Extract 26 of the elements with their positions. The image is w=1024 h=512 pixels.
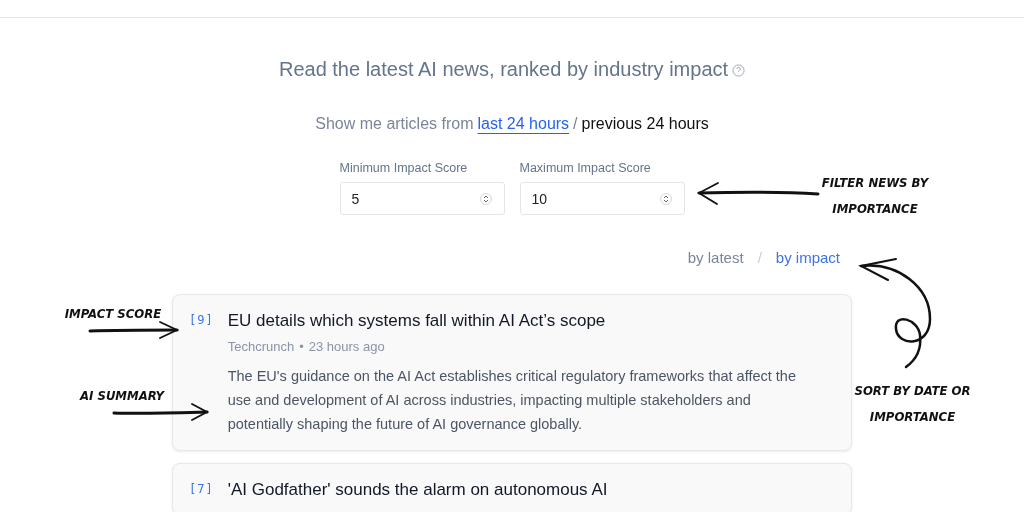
article-summary: The EU's guidance on the AI Act establishes critical regulatory frameworks that affect the use and development of AI across industries, impacting multiple stakeholders and potentially shaping the future of AI governance globally. (227, 367, 797, 434)
article-title[interactable]: EU details which systems fall within AI Act’s scope (227, 311, 813, 331)
stepper-icon[interactable] (479, 192, 492, 205)
annotation-text: SORT BY DATE OR IMPORTANCE (853, 382, 972, 426)
number-input[interactable]: 10 (519, 182, 685, 215)
separator: / (573, 115, 578, 133)
number-input[interactable]: 5 (339, 182, 505, 215)
article-source: Techcrunch (227, 339, 295, 354)
field-label: Minimum Impact Score (339, 161, 469, 175)
field-label: Maximum Impact Score (519, 161, 652, 175)
impact-score: [7] (189, 482, 214, 496)
article-title[interactable]: 'AI Godfather' sounds the alarm on autonomous AI (227, 480, 608, 500)
time-range-link[interactable]: last 24 hours (477, 115, 570, 133)
separator: / (757, 249, 762, 266)
stepper-icon[interactable] (659, 192, 672, 205)
page-heading: Read the latest AI news, ranked by industry impact (278, 58, 729, 81)
dot-separator: • (299, 339, 304, 354)
time-range-link[interactable]: previous 24 hours (581, 115, 709, 133)
impact-score: [9] (189, 313, 214, 327)
annotation-text: IMPACT SCORE (63, 305, 163, 323)
sort-link[interactable]: by latest (687, 249, 744, 266)
annotation-text: AI SUMMARY (78, 387, 166, 405)
annotation-text: FILTER NEWS BY IMPORTANCE (820, 174, 930, 218)
sort-link[interactable]: by impact (775, 249, 840, 266)
article-time: 23 hours ago (308, 339, 385, 354)
time-filter-label: Show me articles from (315, 115, 474, 133)
